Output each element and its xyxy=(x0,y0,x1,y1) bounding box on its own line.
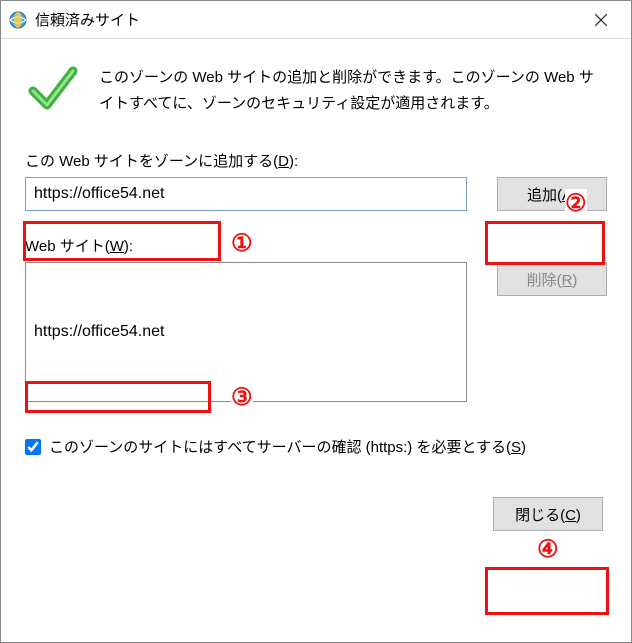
add-url-label: この Web サイトをゾーンに追加する(D): xyxy=(25,150,607,171)
annotation-box-4 xyxy=(485,567,609,615)
remove-button: 削除(R) xyxy=(497,262,607,296)
list-item[interactable]: https://office54.net xyxy=(28,321,170,343)
close-icon xyxy=(595,14,607,26)
app-icon xyxy=(9,11,27,29)
titlebar: 信頼済みサイト xyxy=(1,1,631,39)
require-https-label: このゾーンのサイトにはすべてサーバーの確認 (https:) を必要とする(S) xyxy=(49,436,526,457)
add-url-input[interactable] xyxy=(25,177,467,211)
require-https-checkbox[interactable] xyxy=(25,439,41,455)
add-button[interactable]: 追加(A) xyxy=(497,177,607,211)
header-description: このゾーンの Web サイトの追加と削除ができます。このゾーンの Web サイト… xyxy=(99,61,607,120)
website-listbox[interactable]: https://office54.net xyxy=(25,262,467,402)
checkmark-icon xyxy=(25,61,81,120)
close-button[interactable] xyxy=(579,5,623,35)
window-title: 信頼済みサイト xyxy=(35,9,140,30)
website-list-label: Web サイト(W): xyxy=(25,235,607,256)
close-dialog-button[interactable]: 閉じる(C) xyxy=(493,497,603,531)
